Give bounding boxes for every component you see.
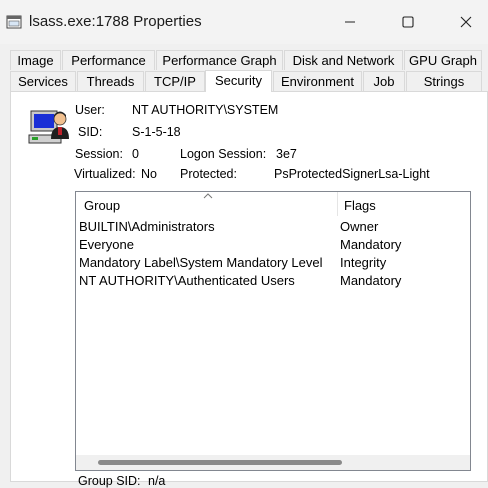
column-header-flags[interactable]: Flags xyxy=(344,198,376,213)
tab-environment[interactable]: Environment xyxy=(273,71,362,91)
minimize-icon xyxy=(345,21,355,23)
window-title: lsass.exe:1788 Properties xyxy=(29,13,202,30)
flags-cell: Mandatory xyxy=(340,273,402,288)
flags-cell: Owner xyxy=(340,219,379,234)
table-row[interactable]: Everyone Mandatory xyxy=(76,236,470,254)
sort-ascending-icon xyxy=(203,193,213,199)
maximize-button[interactable] xyxy=(380,0,436,44)
table-row[interactable]: Mandatory Label\System Mandatory Level I… xyxy=(76,254,470,272)
virtualized-value: No xyxy=(141,167,157,181)
tab-strings[interactable]: Strings xyxy=(406,71,482,91)
horizontal-scrollbar[interactable] xyxy=(76,455,470,470)
process-explorer-icon xyxy=(6,15,22,29)
tab-tcpip[interactable]: TCP/IP xyxy=(145,71,205,91)
user-value: NT AUTHORITY\SYSTEM xyxy=(132,103,279,117)
close-button[interactable] xyxy=(438,0,488,44)
tab-performance[interactable]: Performance xyxy=(62,50,155,70)
group-cell: BUILTIN\Administrators xyxy=(79,219,215,234)
group-cell: Mandatory Label\System Mandatory Level xyxy=(79,255,323,270)
table-row[interactable]: BUILTIN\Administrators Owner xyxy=(76,218,470,236)
group-cell: Everyone xyxy=(79,237,134,252)
protected-value: PsProtectedSignerLsa-Light xyxy=(274,167,430,181)
sid-value: S-1-5-18 xyxy=(132,125,181,139)
column-header-group[interactable]: Group xyxy=(84,198,120,213)
tab-image[interactable]: Image xyxy=(10,50,61,70)
tab-performance-graph[interactable]: Performance Graph xyxy=(156,50,283,70)
group-sid-label: Group SID: xyxy=(78,474,141,488)
maximize-icon xyxy=(402,16,414,28)
logon-session-value: 3e7 xyxy=(276,147,297,161)
groups-list[interactable]: Group Flags BUILTIN\Administrators Owner… xyxy=(75,191,471,471)
user-label: User: xyxy=(75,103,105,117)
group-sid-value: n/a xyxy=(148,474,166,488)
session-label: Session: xyxy=(75,147,123,161)
logon-session-label: Logon Session: xyxy=(180,147,267,161)
tab-gpu-graph[interactable]: GPU Graph xyxy=(404,50,482,70)
column-divider[interactable] xyxy=(337,192,338,216)
virtualized-label: Virtualized: xyxy=(74,167,136,181)
close-icon xyxy=(460,16,472,28)
minimize-button[interactable] xyxy=(322,0,378,44)
group-cell: NT AUTHORITY\Authenticated Users xyxy=(79,273,295,288)
tab-threads[interactable]: Threads xyxy=(77,71,144,91)
tab-job[interactable]: Job xyxy=(363,71,405,91)
session-value: 0 xyxy=(132,147,139,161)
flags-cell: Integrity xyxy=(340,255,387,270)
table-row[interactable]: NT AUTHORITY\Authenticated Users Mandato… xyxy=(76,272,470,290)
sid-label: SID: xyxy=(78,125,103,139)
tab-disk-and-network[interactable]: Disk and Network xyxy=(284,50,403,70)
tab-services[interactable]: Services xyxy=(10,71,76,91)
title-bar: lsass.exe:1788 Properties xyxy=(0,0,488,44)
user-computer-icon xyxy=(28,110,69,144)
tab-security[interactable]: Security xyxy=(205,70,272,92)
protected-label: Protected: xyxy=(180,167,237,181)
flags-cell: Mandatory xyxy=(340,237,402,252)
scrollbar-thumb[interactable] xyxy=(98,460,342,465)
